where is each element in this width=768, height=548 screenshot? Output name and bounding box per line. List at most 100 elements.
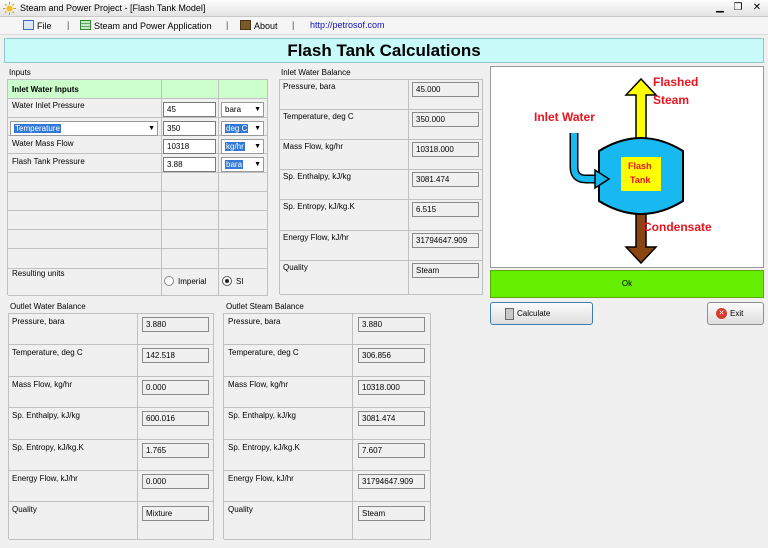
inlet-enthalpy-value: 3081.474 (412, 172, 479, 187)
flash-tank-illustration (569, 77, 684, 265)
outlet-water-quality-value: Mixture (142, 506, 209, 521)
outlet-water-quality-label: Quality (12, 505, 37, 514)
menu-bar: File | Steam and Power Application | Abo… (0, 17, 768, 35)
inlet-quality-label: Quality (283, 263, 308, 272)
outlet-steam-energy-flow-label: Energy Flow, kJ/hr (228, 474, 294, 483)
outlet-water-energy-flow-label: Energy Flow, kJ/hr (12, 474, 78, 483)
inputs-group-label: Inputs (9, 68, 31, 77)
inlet-water-inputs-title: Inlet Water Inputs (12, 85, 79, 94)
outlet-steam-entropy-label: Sp. Entropy, kJ/kg.K (228, 443, 300, 452)
outlet-steam-pressure-label: Pressure, bara (228, 317, 281, 326)
inlet-quality-value: Steam (412, 263, 479, 278)
inlet-energy-flow-label: Energy Flow, kJ/hr (283, 233, 349, 242)
inlet-mass-flow-value: 10318.000 (412, 142, 479, 157)
menu-file[interactable]: File (23, 20, 52, 31)
menu-about[interactable]: About (240, 20, 278, 31)
calculator-icon (505, 308, 514, 320)
menu-separator: | (67, 20, 70, 30)
pressure-unit-select[interactable]: bara ▼ (221, 102, 264, 117)
status-banner: Ok (490, 270, 764, 298)
file-icon (23, 20, 34, 30)
outlet-water-temperature-label: Temperature, deg C (12, 348, 83, 357)
temperature-unit-value: deg C (225, 124, 249, 133)
menu-separator: | (292, 20, 295, 30)
temperature-property-value: Temperature (14, 124, 61, 133)
outlet-steam-temperature-label: Temperature, deg C (228, 348, 299, 357)
menu-app-label: Steam and Power Application (94, 21, 212, 31)
app-sun-icon (3, 2, 16, 15)
grid-divider (408, 80, 409, 295)
minimize-icon[interactable]: ▁ (712, 1, 728, 15)
title-bar: Steam and Power Project - [Flash Tank Mo… (0, 0, 768, 17)
menu-steam-power-app[interactable]: Steam and Power Application (80, 20, 212, 31)
condensate-arrow-icon (624, 206, 658, 265)
grid-divider (218, 80, 219, 296)
water-mass-flow-label: Water Mass Flow (12, 139, 74, 148)
flash-pressure-unit-value: bara (225, 160, 244, 169)
outlet-water-entropy-value: 1.765 (142, 443, 209, 458)
flash-pressure-unit-select[interactable]: bara ▼ (221, 157, 264, 172)
calculate-button-label: Calculate (517, 309, 551, 318)
window-title: Steam and Power Project - [Flash Tank Mo… (20, 3, 206, 13)
inlet-temperature-value: 350.000 (412, 112, 479, 127)
inputs-row (8, 249, 268, 269)
outlet-water-entropy-label: Sp. Entropy, kJ/kg.K (12, 443, 84, 452)
outlet-water-group-label: Outlet Water Balance (10, 302, 86, 311)
inlet-energy-flow-value: 31794647.909 (412, 233, 479, 248)
grid-divider (137, 314, 138, 540)
mass-flow-unit-select[interactable]: kg/hr ▼ (221, 139, 264, 154)
flash-tank-pressure-input[interactable]: 3.88 (163, 157, 216, 172)
inputs-row (8, 211, 268, 230)
water-mass-flow-input[interactable]: 10318 (163, 139, 216, 154)
water-inlet-pressure-input[interactable]: 45 (163, 102, 216, 117)
inlet-pressure-value: 45.000 (412, 82, 479, 97)
outlet-steam-enthalpy-value: 3081.474 (358, 411, 425, 426)
flashed-steam-label: Flashed (653, 75, 699, 89)
restore-icon[interactable]: ❐ (730, 1, 746, 15)
radio-si[interactable] (222, 276, 232, 286)
grid-divider (267, 80, 268, 296)
inlet-pressure-label: Pressure, bara (283, 82, 336, 91)
menu-link[interactable]: http://petrosof.com (310, 20, 385, 30)
outlet-steam-entropy-value: 7.607 (358, 443, 425, 458)
outlet-water-enthalpy-label: Sp. Enthalpy, kJ/kg (12, 411, 80, 420)
condensate-label: Condensate (643, 220, 712, 234)
close-icon[interactable]: ✕ (749, 1, 765, 15)
exit-button-label: Exit (730, 309, 744, 318)
inlet-entropy-label: Sp. Entropy, kJ/kg.K (283, 202, 355, 211)
temperature-unit-select[interactable]: deg C ▼ (221, 121, 264, 136)
outlet-steam-enthalpy-label: Sp. Enthalpy, kJ/kg (228, 411, 296, 420)
book-icon (240, 20, 251, 30)
calculate-button[interactable]: Calculate (490, 302, 593, 325)
outlet-water-energy-flow-value: 0.000 (142, 474, 209, 489)
chevron-down-icon: ▼ (254, 106, 261, 113)
grid-divider (161, 80, 162, 296)
outlet-water-mass-flow-label: Mass Flow, kg/hr (12, 380, 73, 389)
outlet-steam-energy-flow-value: 31794647.909 (358, 474, 425, 489)
inputs-row (8, 173, 268, 192)
outlet-water-pressure-value: 3.880 (142, 317, 209, 332)
outlet-steam-pressure-value: 3.880 (358, 317, 425, 332)
temperature-property-select[interactable]: Temperature ▼ (10, 121, 158, 136)
inputs-row (8, 192, 268, 211)
outlet-steam-mass-flow-label: Mass Flow, kg/hr (228, 380, 289, 389)
tank-label-line2: Tank (630, 175, 651, 185)
inlet-water-inputs-header: Inlet Water Inputs (8, 80, 268, 99)
inlet-entropy-value: 6.515 (412, 202, 479, 217)
flashed-steam-label-2: Steam (653, 93, 690, 107)
outlet-steam-group-label: Outlet Steam Balance (226, 302, 304, 311)
pressure-unit-value: bara (225, 105, 242, 114)
outlet-water-mass-flow-value: 0.000 (142, 380, 209, 395)
inlet-temperature-label: Temperature, deg C (283, 112, 354, 121)
page-title: Flash Tank Calculations (4, 38, 764, 63)
radio-imperial-label: Imperial (178, 277, 207, 286)
radio-imperial[interactable] (164, 276, 174, 286)
chevron-down-icon: ▼ (148, 125, 155, 132)
exit-button[interactable]: ✕ Exit (707, 302, 764, 325)
temperature-input[interactable]: 350 (163, 121, 216, 136)
water-inlet-pressure-label: Water Inlet Pressure (12, 101, 85, 110)
outlet-steam-mass-flow-value: 10318.000 (358, 380, 425, 395)
tank-label-line1: Flash (628, 161, 652, 171)
inlet-balance-group-label: Inlet Water Balance (281, 68, 351, 77)
outlet-steam-quality-label: Quality (228, 505, 253, 514)
